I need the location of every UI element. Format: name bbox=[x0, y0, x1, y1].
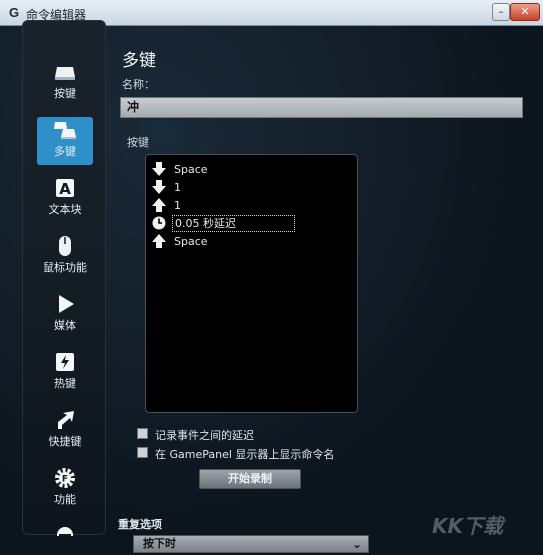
sidebar-item-hotkey[interactable]: 热键 bbox=[37, 349, 93, 397]
record-delay-label: 记录事件之间的延迟 bbox=[155, 429, 254, 442]
sidebar-item-label: 多键 bbox=[54, 145, 76, 158]
sidebar-item-multikey[interactable]: 多键 bbox=[37, 117, 93, 165]
list-item[interactable]: Space bbox=[152, 233, 351, 250]
sidebar-item-text-block[interactable]: A 文本块 bbox=[37, 175, 93, 223]
key-text: 1 bbox=[174, 181, 181, 194]
svg-text:A: A bbox=[59, 180, 71, 198]
watermark: KK下载 bbox=[432, 514, 503, 538]
arrow-down-icon bbox=[152, 162, 166, 176]
key-icon bbox=[55, 67, 75, 80]
headset-icon bbox=[57, 527, 73, 536]
name-field[interactable]: 冲 bbox=[120, 97, 523, 118]
mouse-icon bbox=[59, 236, 71, 256]
key-text: Space bbox=[174, 235, 208, 248]
arrow-down-icon bbox=[152, 180, 166, 194]
keys-label: 按键 bbox=[127, 136, 149, 149]
name-label: 名称： bbox=[122, 78, 155, 91]
record-delay-checkbox[interactable] bbox=[137, 428, 148, 439]
sidebar-item-more[interactable] bbox=[37, 521, 93, 536]
repeat-options-select[interactable]: 按下时 ⌄ bbox=[133, 535, 369, 553]
start-recording-button[interactable]: 开始录制 bbox=[199, 469, 301, 489]
keys-list[interactable]: Space 1 1 0.05 秒延迟 Space bbox=[145, 154, 358, 413]
key-text: Space bbox=[174, 163, 208, 176]
page-title: 多键 bbox=[122, 51, 156, 71]
close-button[interactable]: ✕ bbox=[510, 3, 540, 21]
svg-text:F: F bbox=[62, 475, 68, 485]
hotkey-icon bbox=[56, 353, 74, 371]
logitech-logo: G bbox=[8, 5, 20, 20]
repeat-options-label: 重复选项 bbox=[118, 518, 162, 531]
repeat-selected-value: 按下时 bbox=[143, 537, 176, 550]
sidebar: 按键 多键 A 文本块 鼠标功能 媒体 热键 快捷键 F 功能 bbox=[22, 20, 106, 536]
sidebar-item-mouse[interactable]: 鼠标功能 bbox=[37, 233, 93, 281]
show-command-checkbox[interactable] bbox=[137, 447, 148, 458]
list-item[interactable]: 1 bbox=[152, 179, 351, 196]
chevron-down-icon: ⌄ bbox=[351, 537, 362, 551]
function-gear-icon: F bbox=[55, 468, 75, 488]
sidebar-item-label: 按键 bbox=[54, 87, 76, 100]
sidebar-item-key[interactable]: 按键 bbox=[37, 59, 93, 107]
show-command-label: 在 GamePanel 显示器上显示命令名 bbox=[155, 448, 335, 461]
sidebar-item-label: 功能 bbox=[54, 493, 76, 506]
text-block-icon: A bbox=[56, 179, 74, 198]
list-item[interactable]: 1 bbox=[152, 197, 351, 214]
play-icon bbox=[59, 295, 74, 313]
key-text: 1 bbox=[174, 199, 181, 212]
sidebar-item-label: 热键 bbox=[54, 377, 76, 390]
clock-icon bbox=[152, 216, 166, 230]
key-text: 0.05 秒延迟 bbox=[172, 215, 295, 232]
sidebar-item-label: 媒体 bbox=[54, 319, 76, 332]
sidebar-item-label: 文本块 bbox=[48, 203, 82, 216]
sidebar-item-media[interactable]: 媒体 bbox=[37, 291, 93, 339]
minimize-button[interactable]: – bbox=[492, 3, 510, 21]
sidebar-item-label: 鼠标功能 bbox=[43, 261, 87, 274]
shortcut-arrow-icon bbox=[58, 411, 74, 429]
list-item-selected[interactable]: 0.05 秒延迟 bbox=[152, 215, 351, 232]
sidebar-item-shortcut[interactable]: 快捷键 bbox=[37, 407, 93, 455]
sidebar-item-label: 快捷键 bbox=[48, 435, 82, 448]
sidebar-item-function[interactable]: F 功能 bbox=[37, 465, 93, 513]
multikey-icon bbox=[54, 122, 76, 139]
list-item[interactable]: Space bbox=[152, 161, 351, 178]
arrow-up-icon bbox=[152, 198, 166, 212]
arrow-up-icon bbox=[152, 234, 166, 248]
